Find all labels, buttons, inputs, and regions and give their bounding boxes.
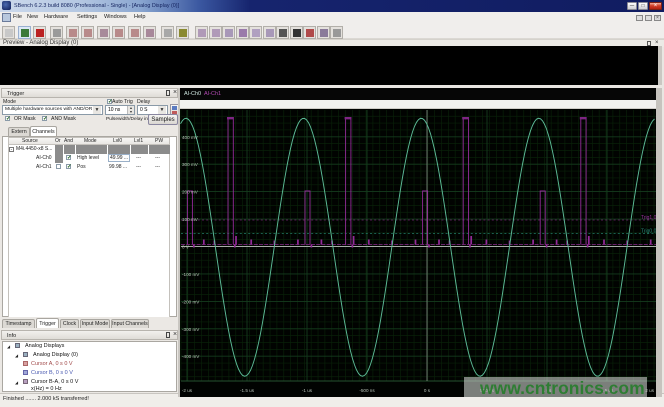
svg-text:300 mV: 300 mV [182, 162, 199, 167]
svg-text:Trig1.0: Trig1.0 [641, 215, 656, 221]
svg-text:-500 ns: -500 ns [359, 388, 375, 393]
svg-text:0 V: 0 V [182, 245, 190, 250]
svg-text:-1.5 us: -1.5 us [240, 388, 255, 393]
svg-text:0 s: 0 s [424, 388, 431, 393]
svg-text:400 mV: 400 mV [182, 135, 199, 140]
svg-text:100 mV: 100 mV [182, 217, 199, 222]
svg-text:-200 mV: -200 mV [182, 299, 200, 304]
svg-text:200 mV: 200 mV [182, 190, 199, 195]
svg-text:-400 mV: -400 mV [182, 354, 200, 359]
svg-text:-100 mV: -100 mV [182, 272, 200, 277]
svg-text:-1 us: -1 us [302, 388, 313, 393]
svg-text:Trig0.0: Trig0.0 [641, 229, 656, 235]
svg-text:-300 mV: -300 mV [182, 327, 200, 332]
svg-text:-2 us: -2 us [182, 388, 193, 393]
